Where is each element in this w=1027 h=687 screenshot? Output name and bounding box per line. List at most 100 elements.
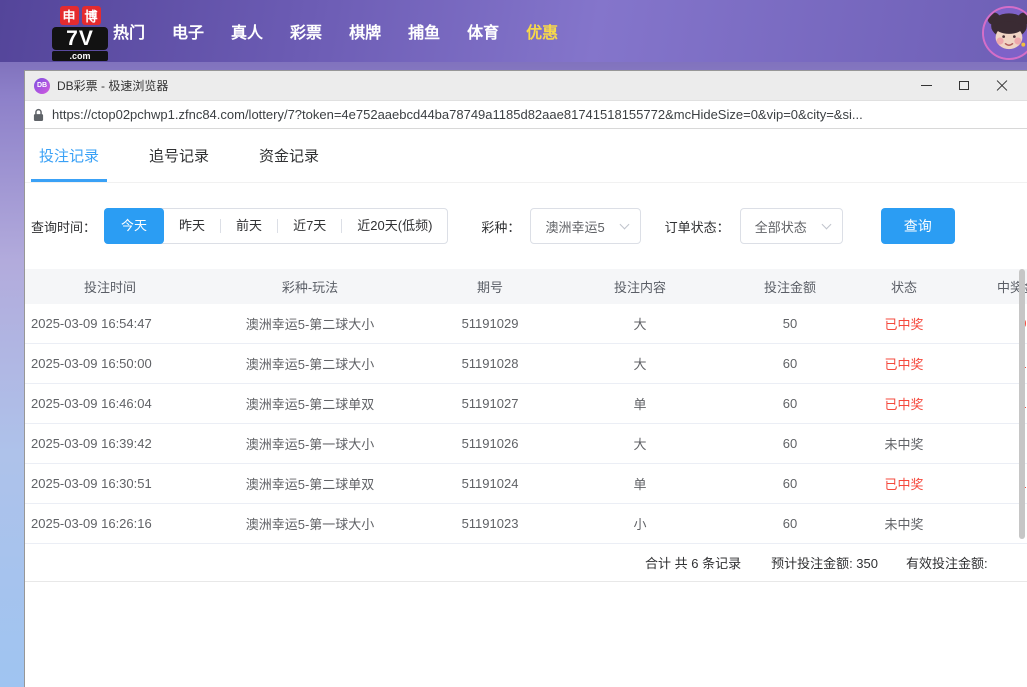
cell-win-amount: 1 — [953, 476, 1027, 491]
url-bar[interactable]: https://ctop02pchwp1.zfnc84.com/lottery/… — [25, 101, 1027, 129]
lottery-select[interactable]: 澳洲幸运5 — [530, 208, 640, 244]
logo-com: .com — [52, 51, 108, 61]
page-content: 投注记录 追号记录 资金记录 查询时间： 今天 昨天 前天 近7天 近20天(低… — [25, 129, 1027, 686]
cell-status: 已中奖 — [855, 314, 953, 333]
cell-content: 大 — [555, 314, 725, 333]
cell-win-amount: 9 — [953, 316, 1027, 331]
summary-valid: 有效投注金额: — [906, 553, 988, 572]
tab-bet-records[interactable]: 投注记录 — [31, 141, 107, 182]
query-button[interactable]: 查询 — [881, 208, 955, 244]
cell-bet-time: 2025-03-09 16:54:47 — [25, 316, 195, 331]
cell-amount: 50 — [725, 316, 855, 331]
table-row: 2025-03-09 16:39:42 澳洲幸运5-第一球大小 51191026… — [25, 424, 1027, 464]
table-row: 2025-03-09 16:50:00 澳洲幸运5-第二球大小 51191028… — [25, 344, 1027, 384]
cell-status: 未中奖 — [855, 434, 953, 453]
chevron-down-icon — [619, 219, 629, 229]
url-text: https://ctop02pchwp1.zfnc84.com/lottery/… — [52, 107, 863, 122]
vertical-scrollbar[interactable] — [1019, 269, 1025, 539]
col-content: 投注内容 — [555, 277, 725, 296]
cell-bet-time: 2025-03-09 16:50:00 — [25, 356, 195, 371]
filter-bar: 查询时间： 今天 昨天 前天 近7天 近20天(低频) 彩种： 澳洲幸运5 订单… — [31, 208, 955, 244]
cell-content: 大 — [555, 354, 725, 373]
cell-bet-time: 2025-03-09 16:46:04 — [25, 396, 195, 411]
tab-fund-records[interactable]: 资金记录 — [251, 141, 327, 182]
maximize-icon — [959, 81, 969, 90]
order-status-value: 全部状态 — [755, 217, 807, 236]
cell-status: 未中奖 — [855, 514, 953, 533]
window-titlebar[interactable]: DB DB彩票 - 极速浏览器 — [25, 71, 1027, 101]
nav-item-live[interactable]: 真人 — [231, 19, 263, 43]
cell-status: 已中奖 — [855, 354, 953, 373]
time-option-today[interactable]: 今天 — [104, 208, 164, 244]
nav-item-hot[interactable]: 热门 — [113, 19, 145, 43]
screen: { "site_header": { "logo": { "top_left_c… — [0, 0, 1027, 687]
col-amount: 投注金额 — [725, 277, 855, 296]
maximize-button[interactable] — [945, 71, 983, 100]
col-bet-time: 投注时间 — [25, 277, 195, 296]
col-game: 彩种-玩法 — [195, 277, 425, 296]
lottery-select-value: 澳洲幸运5 — [545, 217, 604, 236]
cell-game: 澳洲幸运5-第二球单双 — [195, 474, 425, 493]
status-filter-label: 订单状态： — [665, 217, 730, 236]
cell-amount: 60 — [725, 356, 855, 371]
nav-item-slots[interactable]: 电子 — [172, 19, 204, 43]
tab-strip: 投注记录 追号记录 资金记录 — [25, 141, 1027, 183]
cell-win-amount: 1 — [953, 356, 1027, 371]
user-avatar[interactable] — [982, 6, 1027, 60]
time-option-daybefore[interactable]: 前天 — [221, 209, 277, 243]
cell-content: 单 — [555, 474, 725, 493]
cell-status: 已中奖 — [855, 474, 953, 493]
minimize-icon — [921, 85, 932, 86]
cell-issue: 51191024 — [425, 476, 555, 491]
summary-row: 合计 共 6 条记录 预计投注金额: 350 有效投注金额: — [25, 544, 1027, 582]
nav-item-sports[interactable]: 体育 — [467, 19, 499, 43]
cell-content: 小 — [555, 514, 725, 533]
cell-game: 澳洲幸运5-第二球大小 — [195, 354, 425, 373]
site-logo[interactable]: 申 博 7V .com — [52, 6, 108, 61]
table-row: 2025-03-09 16:54:47 澳洲幸运5-第二球大小 51191029… — [25, 304, 1027, 344]
avatar-illustration — [984, 8, 1027, 58]
cell-game: 澳洲幸运5-第二球大小 — [195, 314, 425, 333]
nav-item-board[interactable]: 棋牌 — [349, 19, 381, 43]
order-status-select[interactable]: 全部状态 — [740, 208, 843, 244]
col-win-amount: 中奖金额 — [953, 277, 1027, 296]
cell-amount: 60 — [725, 436, 855, 451]
col-issue: 期号 — [425, 277, 555, 296]
lottery-filter-label: 彩种： — [481, 217, 520, 236]
cell-content: 大 — [555, 434, 725, 453]
cell-bet-time: 2025-03-09 16:26:16 — [25, 516, 195, 531]
cell-issue: 51191023 — [425, 516, 555, 531]
nav-item-lottery[interactable]: 彩票 — [290, 19, 322, 43]
browser-window: DB DB彩票 - 极速浏览器 https://ctop02pchwp1.zfn… — [24, 70, 1027, 687]
cell-bet-time: 2025-03-09 16:30:51 — [25, 476, 195, 491]
tab-chase-records[interactable]: 追号记录 — [141, 141, 217, 182]
time-option-7days[interactable]: 近7天 — [278, 209, 341, 243]
cell-issue: 51191029 — [425, 316, 555, 331]
col-status: 状态 — [855, 277, 953, 296]
close-button[interactable] — [983, 71, 1021, 100]
cell-issue: 51191028 — [425, 356, 555, 371]
logo-7v: 7V — [52, 27, 108, 50]
bet-records-table: 投注时间 彩种-玩法 期号 投注内容 投注金额 状态 中奖金额 2025-03-… — [25, 269, 1027, 544]
window-app-icon: DB — [34, 78, 50, 94]
time-filter-label: 查询时间： — [31, 217, 96, 236]
table-header: 投注时间 彩种-玩法 期号 投注内容 投注金额 状态 中奖金额 — [25, 269, 1027, 304]
site-nav: 热门 电子 真人 彩票 棋牌 捕鱼 体育 优惠 — [113, 0, 558, 62]
cell-amount: 60 — [725, 476, 855, 491]
time-option-yesterday[interactable]: 昨天 — [164, 209, 220, 243]
time-range-group: 今天 昨天 前天 近7天 近20天(低频) — [104, 208, 448, 244]
close-icon — [996, 80, 1008, 92]
cell-issue: 51191027 — [425, 396, 555, 411]
window-controls — [907, 71, 1021, 100]
cell-amount: 60 — [725, 396, 855, 411]
cell-issue: 51191026 — [425, 436, 555, 451]
table-row: 2025-03-09 16:26:16 澳洲幸运5-第一球大小 51191023… — [25, 504, 1027, 544]
window-title: DB彩票 - 极速浏览器 — [57, 77, 168, 94]
time-option-20days[interactable]: 近20天(低频) — [342, 209, 447, 243]
nav-item-fishing[interactable]: 捕鱼 — [408, 19, 440, 43]
cell-content: 单 — [555, 394, 725, 413]
minimize-button[interactable] — [907, 71, 945, 100]
lock-icon — [33, 108, 44, 122]
nav-item-promo[interactable]: 优惠 — [526, 19, 558, 43]
logo-char-left: 申 — [60, 6, 79, 25]
